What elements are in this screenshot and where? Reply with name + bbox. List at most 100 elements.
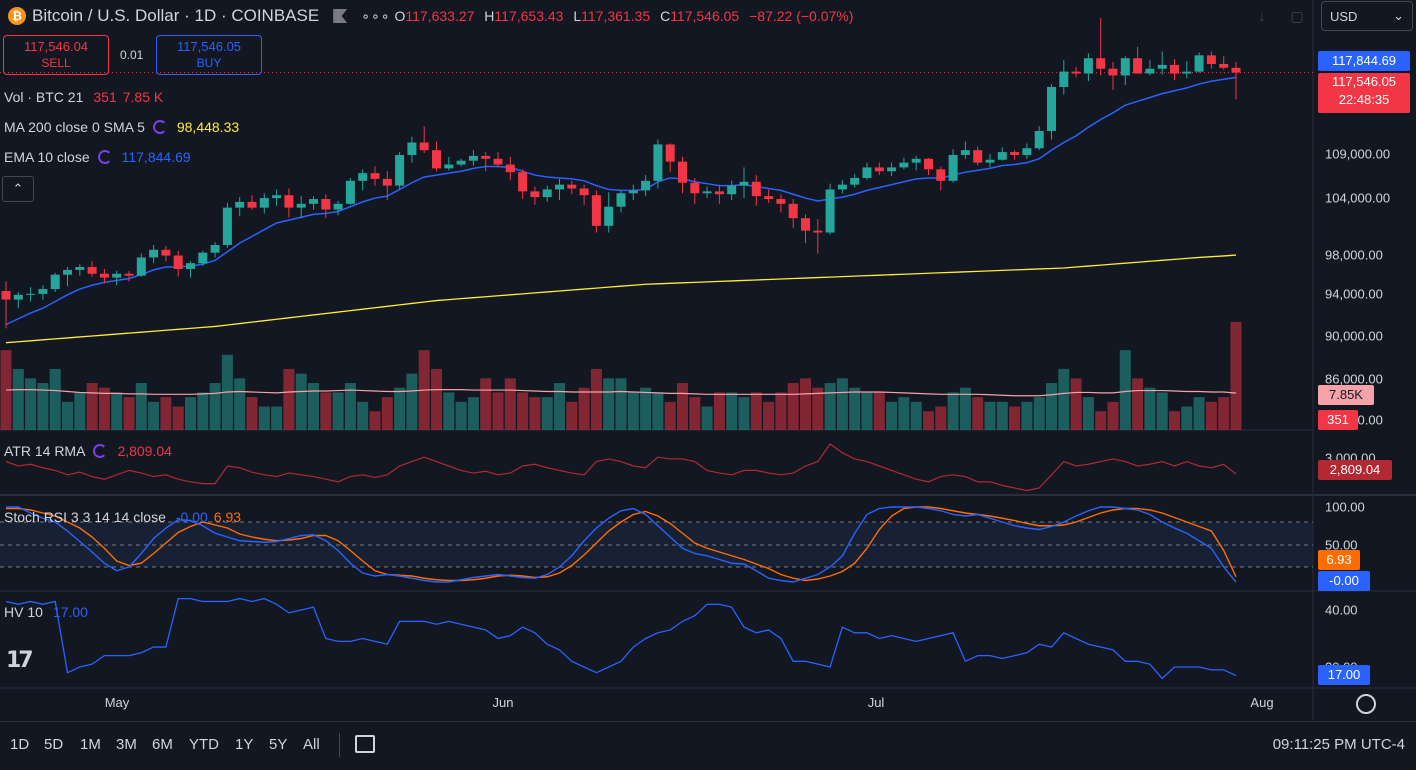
candle-body <box>161 249 171 256</box>
volume-bar <box>148 401 160 430</box>
candle-body <box>985 159 995 163</box>
candle-body <box>702 191 712 194</box>
candle-body <box>653 144 663 181</box>
hv-legend-value: 17.00 <box>52 604 88 620</box>
arrow-down-icon[interactable]: ↓ <box>1250 4 1274 28</box>
volume-bar <box>185 397 196 430</box>
ohlc-values: O117,633.27 H117,653.43 L117,361.35 C117… <box>394 8 853 24</box>
candle-body <box>259 198 269 208</box>
volume-bar <box>332 392 344 430</box>
volume-bar <box>1046 383 1057 430</box>
candle-body <box>727 185 737 195</box>
atr-label: 2,809.04 <box>1318 460 1392 480</box>
range-1y-button[interactable]: 1Y <box>235 736 253 753</box>
hv-legend[interactable]: HV 10 17.00 <box>4 604 88 620</box>
range-6m-button[interactable]: 6M <box>152 736 173 753</box>
volume-bar <box>861 392 873 430</box>
sell-price: 117,546.04 <box>23 39 89 54</box>
ema-legend[interactable]: EMA 10 close 117,844.69 <box>4 149 191 165</box>
candle-body <box>1010 152 1020 155</box>
range-1m-button[interactable]: 1M <box>80 736 101 753</box>
candle-body <box>505 164 515 173</box>
volume-bar <box>1205 401 1217 430</box>
volume-bar <box>1156 392 1168 430</box>
last-price-label: 117,546.05 22:48:35 <box>1318 73 1410 113</box>
price-axis-tick: 109,000.00 <box>1325 146 1391 162</box>
settings-gear-icon[interactable] <box>1356 694 1376 714</box>
candle-body <box>38 289 48 294</box>
currency-value: USD <box>1330 8 1358 24</box>
price-axis-tick: 104,000.00 <box>1325 190 1391 206</box>
volume-legend[interactable]: Vol · BTC 21 351 7.85 K <box>4 89 163 105</box>
volume-bar <box>763 401 775 430</box>
range-5d-button[interactable]: 5D <box>44 736 63 753</box>
candle-body <box>788 203 798 219</box>
buy-button[interactable]: 117,546.05 BUY <box>156 35 262 75</box>
volume-bar <box>246 397 258 430</box>
sell-button[interactable]: 117,546.04 SELL <box>3 35 109 75</box>
volume-bar <box>1009 406 1021 430</box>
range-all-button[interactable]: All <box>303 736 320 753</box>
time-axis-tick: Jun <box>492 695 514 710</box>
candle-body <box>63 269 72 275</box>
candle-body <box>604 206 614 226</box>
candle-body <box>87 267 97 274</box>
candle-body <box>1206 55 1216 64</box>
candle-body <box>579 188 589 196</box>
volume-bar <box>1132 378 1144 430</box>
symbol-title[interactable]: Bitcoin / U.S. Dollar · 1D · COINBASE <box>32 6 319 26</box>
fullscreen-icon[interactable]: ▢ <box>1285 4 1309 28</box>
volume-bar <box>836 378 848 430</box>
ma-legend-value: 98,448.33 <box>176 119 240 135</box>
ma-legend[interactable]: MA 200 close 0 SMA 5 98,448.33 <box>4 119 239 135</box>
volume-bar <box>357 401 369 430</box>
candle-body <box>665 144 675 162</box>
volume-bar <box>1058 368 1070 430</box>
range-5y-button[interactable]: 5Y <box>269 736 287 753</box>
volume-bar <box>492 392 504 430</box>
candle-body <box>764 196 774 200</box>
candle-body <box>309 199 318 204</box>
currency-select[interactable]: USD ⌄ <box>1321 1 1413 31</box>
candle-body <box>801 218 810 231</box>
atr-legend[interactable]: ATR 14 RMA 2,809.04 <box>4 443 172 459</box>
tradingview-logo-icon[interactable]: 17 <box>6 648 34 673</box>
candle-body <box>493 158 503 165</box>
volume-label: 351 <box>1318 410 1358 430</box>
volume-bar <box>111 392 123 430</box>
flag-icon[interactable] <box>333 9 348 23</box>
chart-canvas[interactable] <box>0 0 1416 769</box>
range-3m-button[interactable]: 3M <box>116 736 137 753</box>
candle-body <box>850 177 860 185</box>
volume-bar <box>738 397 750 430</box>
candle-body <box>911 158 921 163</box>
candle-body <box>1157 64 1167 69</box>
candle-body <box>1219 63 1229 68</box>
volume-bar <box>849 387 861 430</box>
candle-body <box>50 274 60 290</box>
volume-bar <box>972 397 984 430</box>
stoch-rsi-legend[interactable]: Stoch RSI 3 3 14 14 close -0.00 6.93 <box>4 509 241 525</box>
volume-bar <box>467 397 479 430</box>
volume-bar <box>1021 401 1033 430</box>
high-value: 117,653.43 <box>494 8 564 24</box>
volume-bar <box>713 392 725 430</box>
collapse-legend-button[interactable]: ⌃ <box>2 176 34 202</box>
candle-body <box>1170 64 1179 74</box>
candle-body <box>321 199 331 210</box>
volume-bar <box>234 378 246 430</box>
volume-bar <box>295 373 307 430</box>
volume-bar <box>578 387 590 430</box>
more-options-icon[interactable]: ∘∘∘ <box>361 8 390 25</box>
range-ytd-button[interactable]: YTD <box>189 736 219 753</box>
clock-timezone[interactable]: 09:11:25 PM UTC-4 <box>1273 736 1405 753</box>
volume-bar <box>394 387 406 430</box>
price-axis-tick: 98,000.00 <box>1325 247 1383 263</box>
candle-body <box>837 184 847 190</box>
calendar-icon[interactable] <box>355 735 375 753</box>
ma-legend-name: MA 200 close 0 SMA 5 <box>4 119 145 135</box>
stoch-rsi-legend-name: Stoch RSI 3 3 14 14 close <box>4 509 166 525</box>
candle-body <box>1096 58 1106 69</box>
range-1d-button[interactable]: 1D <box>10 736 29 753</box>
volume-bar <box>984 401 996 430</box>
